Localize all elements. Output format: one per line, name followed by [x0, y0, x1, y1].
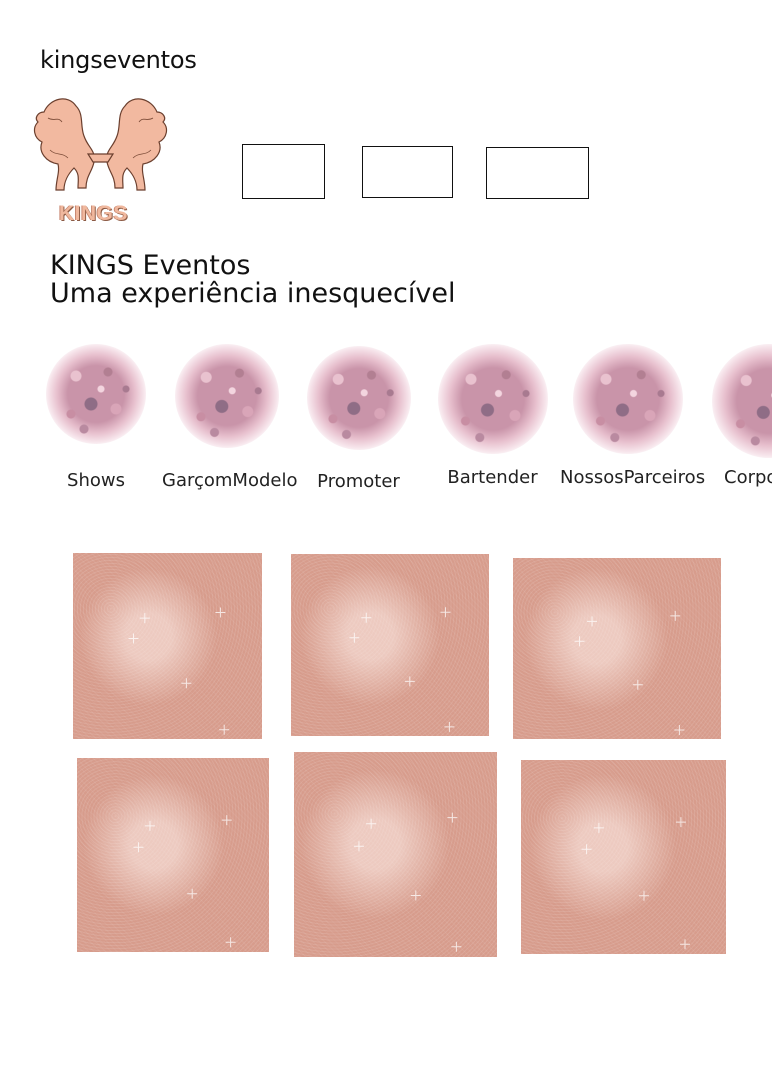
hero-heading: KINGS Eventos Uma experiência inesquecív…	[50, 252, 455, 308]
glitter-circle-image	[175, 344, 279, 448]
category-label: GarçomModelo	[162, 470, 298, 491]
username: kingseventos	[40, 46, 197, 74]
category-bartender[interactable]: Bartender	[435, 344, 550, 488]
highlight-box-3[interactable]	[486, 147, 589, 199]
glitter-circle-image	[46, 344, 146, 444]
gallery-tile[interactable]	[513, 558, 721, 739]
glitter-circle-image	[572, 344, 683, 454]
gallery-tile[interactable]	[77, 758, 269, 952]
gallery-tile[interactable]	[294, 752, 497, 957]
category-shows[interactable]: Shows	[46, 344, 146, 491]
gallery-tile[interactable]	[73, 553, 262, 739]
category-nossos-parceiros[interactable]: NossosParceiros	[560, 344, 706, 488]
category-label: Shows	[67, 470, 125, 491]
glitter-circle-image	[437, 344, 548, 454]
category-label: Bartender	[447, 467, 538, 488]
glitter-circle-image	[712, 344, 772, 458]
sparkle-icon	[133, 815, 236, 948]
category-label: Promoter	[317, 471, 400, 492]
category-carousel: Shows GarçomModelo Promoter Bartender No…	[0, 340, 772, 500]
hero-subtitle: Uma experiência inesquecível	[50, 278, 456, 309]
highlight-box-2[interactable]	[362, 146, 453, 198]
gallery-tile[interactable]	[521, 760, 726, 954]
hero-title: KINGS Eventos	[50, 250, 251, 281]
highlight-box-1[interactable]	[242, 144, 325, 199]
lion-icon	[33, 98, 168, 191]
category-label: NossosParceiros	[560, 467, 706, 488]
glitter-circle-image	[306, 346, 411, 450]
logo-wordmark: KINGS	[59, 202, 129, 225]
sparkle-icon	[581, 817, 690, 950]
category-garcom-modelo[interactable]: GarçomModelo	[162, 344, 298, 491]
sparkle-icon	[349, 607, 455, 732]
category-corporativo[interactable]: Corporativo	[712, 344, 772, 488]
category-label: Corporativo	[724, 467, 772, 488]
sparkle-icon	[353, 812, 462, 952]
gallery-tile[interactable]	[291, 554, 489, 736]
category-promoter[interactable]: Promoter	[301, 346, 416, 492]
sparkle-icon	[128, 607, 230, 735]
sparkle-icon	[574, 610, 685, 735]
